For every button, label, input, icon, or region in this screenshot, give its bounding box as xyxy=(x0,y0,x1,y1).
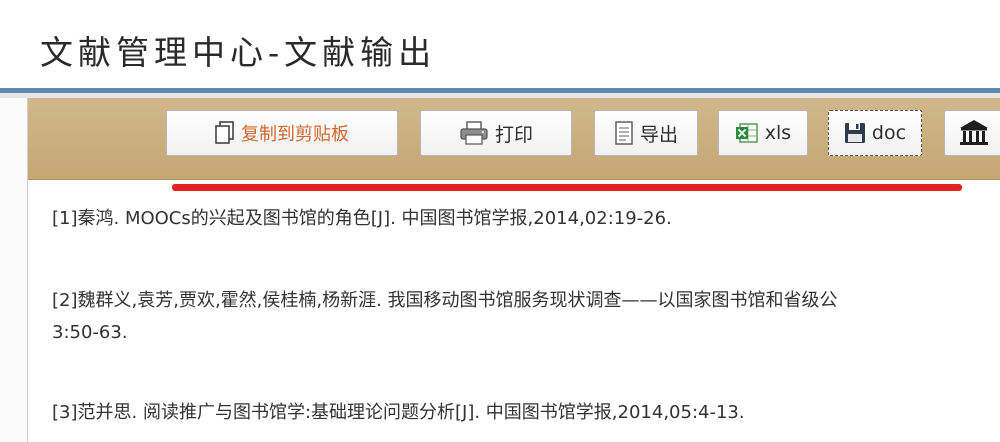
reference-item: [3]范并思. 阅读推广与图书馆学:基础理论问题分析[J]. 中国图书馆学报,2… xyxy=(52,402,745,423)
reference-list: [1]秦鸿. MOOCs的兴起及图书馆的角色[J]. 中国图书馆学报,2014,… xyxy=(28,180,1000,442)
xls-button-label: xls xyxy=(764,122,792,144)
copy-to-clipboard-button[interactable]: 复制到剪贴板 xyxy=(166,110,398,156)
printer-icon xyxy=(459,121,489,145)
doc-button-label: doc xyxy=(871,122,907,144)
library-button[interactable] xyxy=(944,110,1000,156)
reference-item: [1]秦鸿. MOOCs的兴起及图书馆的角色[J]. 中国图书馆学报,2014,… xyxy=(52,208,672,229)
copy-icon xyxy=(215,121,235,145)
excel-icon xyxy=(735,121,759,145)
library-icon xyxy=(959,119,989,147)
print-button-label: 打印 xyxy=(494,123,533,146)
doc-export-button[interactable]: doc xyxy=(828,110,922,156)
export-button-label: 导出 xyxy=(639,123,678,146)
xls-export-button[interactable]: xls xyxy=(718,110,808,156)
reference-item-continuation: 3:50-63. xyxy=(52,322,128,343)
page-title: 文献管理中心-文献输出 xyxy=(40,33,437,72)
copy-button-label: 复制到剪贴板 xyxy=(241,124,349,145)
export-button[interactable]: 导出 xyxy=(594,110,698,156)
reference-item: [2]魏群义,袁芳,贾欢,霍然,侯桂楠,杨新涯. 我国移动图书馆服务现状调查——… xyxy=(52,290,838,311)
floppy-disk-icon xyxy=(844,122,866,144)
export-toolbar: 复制到剪贴板 打印 导出 xls doc xyxy=(28,98,1000,180)
document-icon xyxy=(614,121,634,145)
print-button[interactable]: 打印 xyxy=(420,110,572,156)
title-bar: 文献管理中心-文献输出 xyxy=(0,0,1000,88)
left-sidebar-edge xyxy=(0,98,28,442)
